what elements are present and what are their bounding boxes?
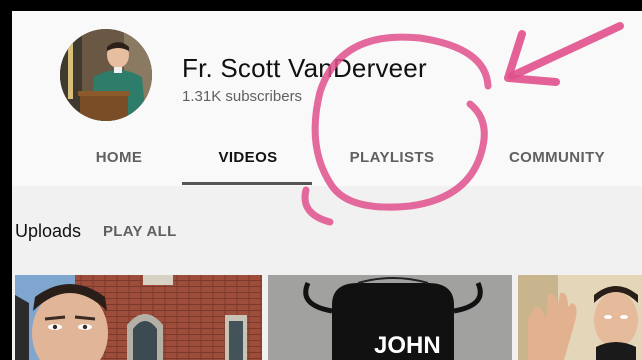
channel-header: Fr. Scott VanDerveer 1.31K subscribers H… xyxy=(12,11,642,186)
video-thumbnail-1[interactable] xyxy=(15,275,262,360)
play-all-button[interactable]: PLAY ALL xyxy=(103,223,177,240)
avatar-image xyxy=(60,29,152,121)
uploads-title: Uploads xyxy=(15,221,82,241)
channel-tabs: HOME VIDEOS PLAYLISTS COMMUNITY xyxy=(12,144,642,186)
tab-videos[interactable]: VIDEOS xyxy=(202,144,294,186)
tab-playlists[interactable]: PLAYLISTS xyxy=(337,144,447,186)
thumbnail-2-image: JOHN xyxy=(268,275,512,360)
youtube-screen: Fr. Scott VanDerveer 1.31K subscribers H… xyxy=(12,11,642,360)
video-thumbnail-3[interactable] xyxy=(518,275,642,360)
tab-home[interactable]: HOME xyxy=(74,144,164,186)
video-thumbnail-2[interactable]: JOHN xyxy=(268,275,512,360)
tab-community[interactable]: COMMUNITY xyxy=(497,144,617,186)
videos-section: Uploads PLAY ALL JOHN xyxy=(12,186,642,360)
thumbnail-3-image xyxy=(518,275,642,360)
channel-avatar[interactable] xyxy=(60,29,152,121)
thumbnail-2-text: JOHN xyxy=(374,332,441,359)
thumbnail-1-image xyxy=(15,275,262,360)
active-tab-indicator xyxy=(182,182,312,185)
channel-name: Fr. Scott VanDerveer xyxy=(182,53,427,83)
subscriber-count: 1.31K subscribers xyxy=(182,88,303,105)
